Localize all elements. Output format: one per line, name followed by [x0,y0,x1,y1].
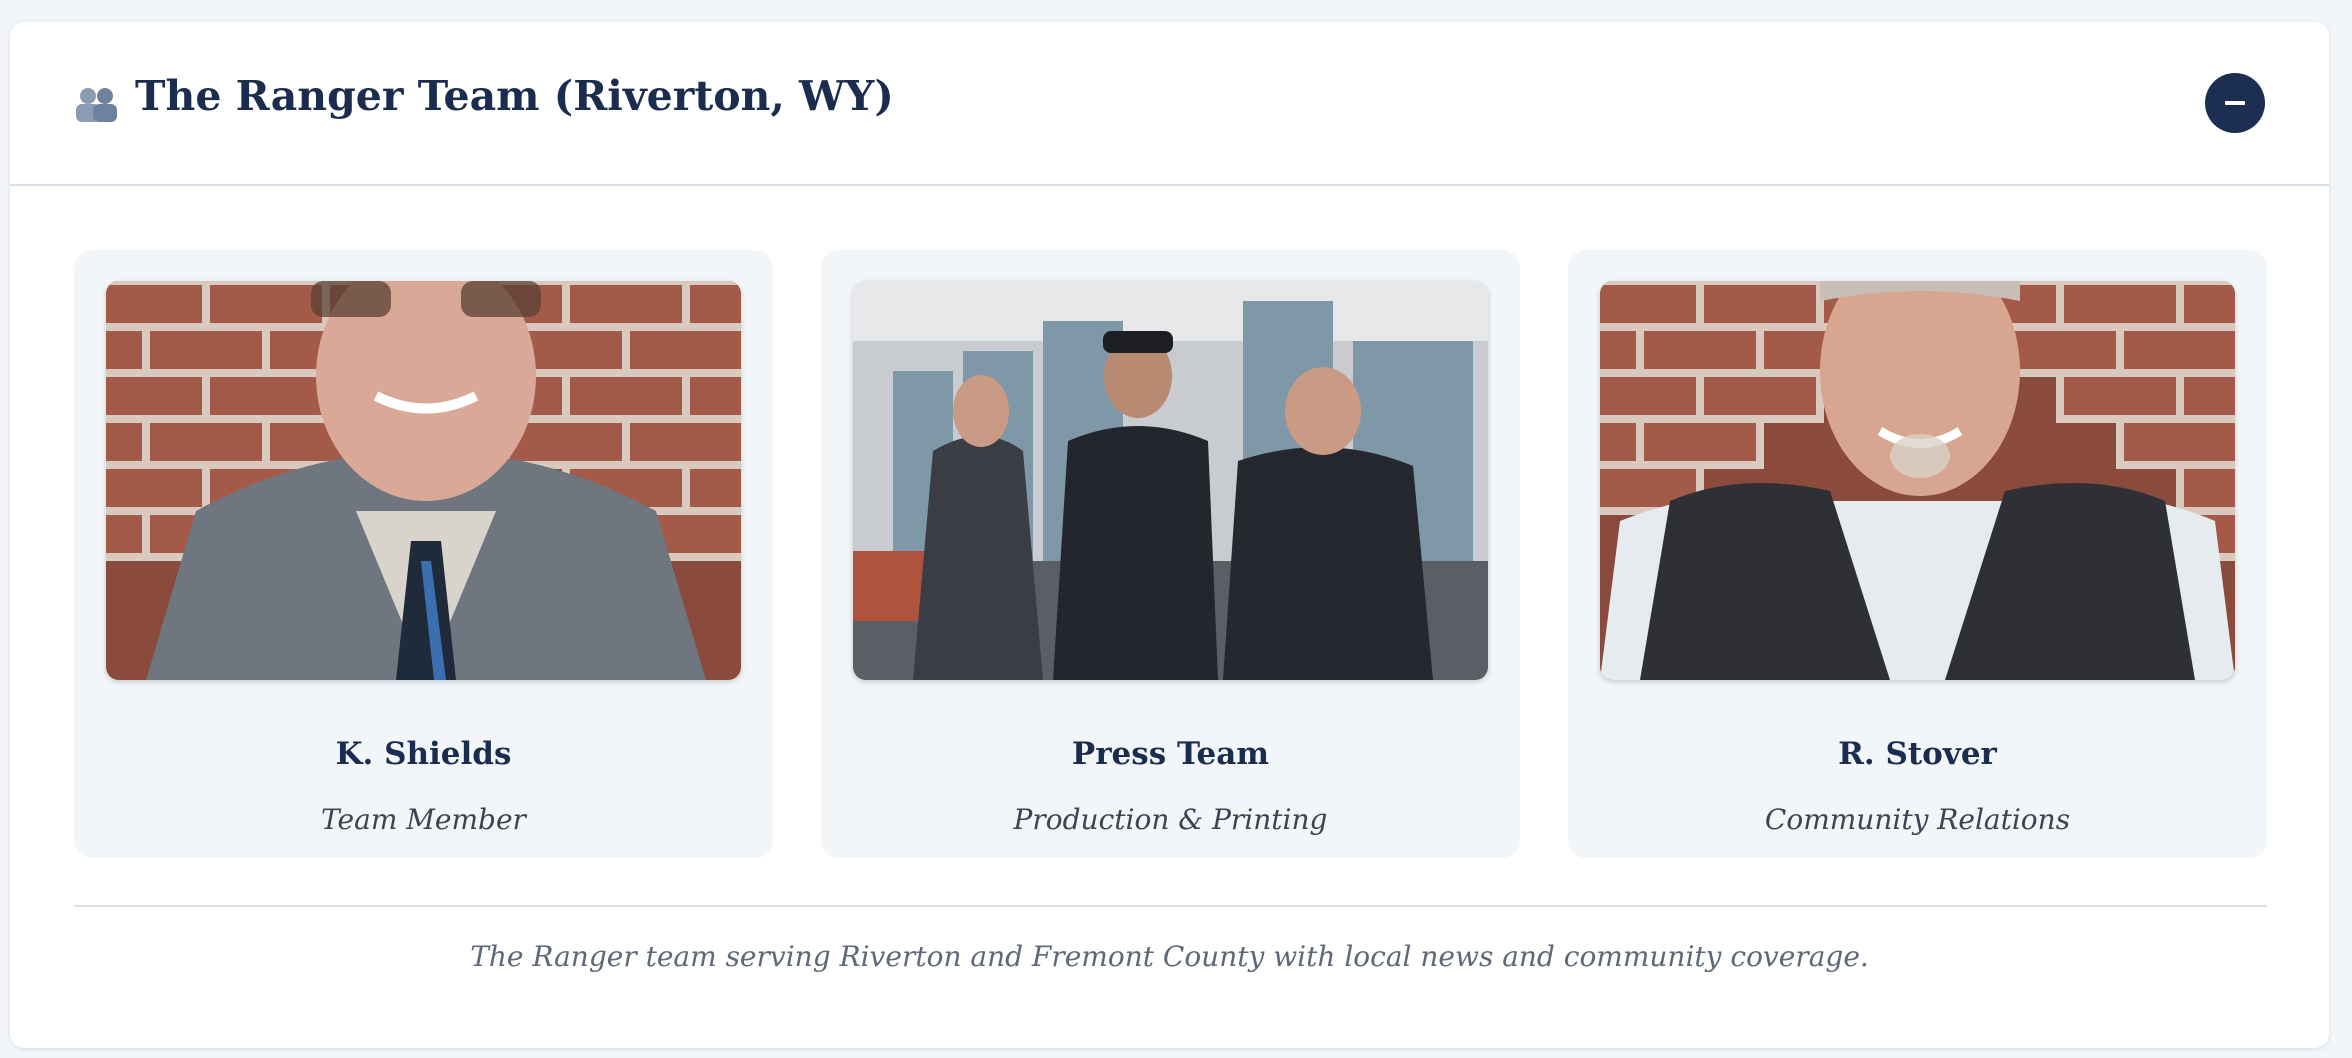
team-card: K. Shields Team Member [74,250,773,858]
portrait-photo [1600,281,2235,680]
section-header[interactable]: The Ranger Team (Riverton, WY) [10,22,2329,186]
member-name: Press Team [1071,736,1270,772]
portrait-photo [106,281,741,680]
team-section: The Ranger Team (Riverton, WY) K. Shield… [10,22,2329,1048]
people-icon [76,88,117,122]
member-role: Community Relations [1764,803,2071,836]
divider [74,905,2267,907]
section-caption: The Ranger team serving Riverton and Fre… [470,940,1869,973]
member-name: R. Stover [1838,736,1997,772]
group-photo [853,281,1488,680]
collapse-button[interactable] [2205,73,2265,133]
section-title: The Ranger Team (Riverton, WY) [135,72,894,120]
team-card: R. Stover Community Relations [1568,250,2267,858]
member-role: Production & Printing [1013,803,1328,836]
member-role: Team Member [321,803,526,836]
member-name: K. Shields [335,736,512,772]
team-cards: K. Shields Team Member Press Team Produc… [74,250,2267,858]
minus-icon [2225,101,2245,105]
team-card: Press Team Production & Printing [821,250,1520,858]
